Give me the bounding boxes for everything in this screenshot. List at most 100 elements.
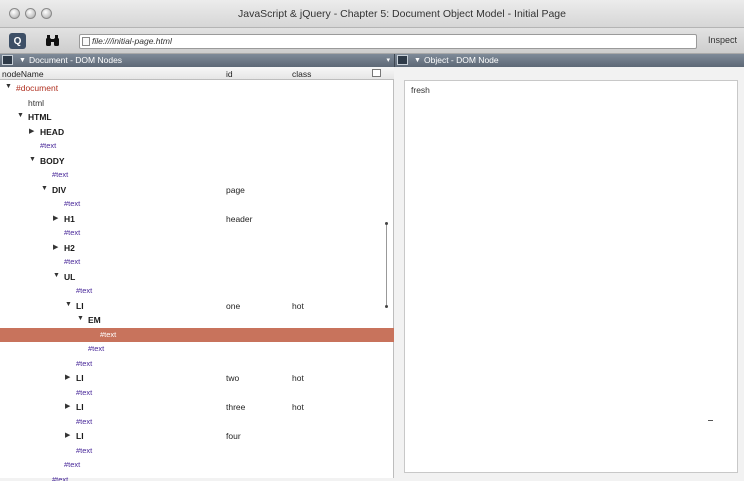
binoculars-icon[interactable] xyxy=(44,33,61,49)
node-name: HTML xyxy=(28,112,52,122)
object-panel: fresh xyxy=(404,80,738,473)
node-id: page xyxy=(226,184,245,195)
tree-row[interactable]: ▼ HTML xyxy=(0,110,394,125)
tree-row[interactable]: ▶ LI two hot xyxy=(0,371,394,386)
node-id: three xyxy=(226,402,246,412)
tree-row[interactable]: ▼ DIV page xyxy=(0,183,394,198)
tree-column-header: nodeName id class xyxy=(0,67,394,80)
scrollbar-top-marker xyxy=(385,222,388,225)
tree-row[interactable]: #text xyxy=(0,139,394,154)
scrollbar-track[interactable] xyxy=(386,225,387,305)
node-name: H2 xyxy=(64,242,75,253)
dom-tree: ▼ #document html ▼ HTML ▶ HEAD #text ▼ BODY #text ▼… xyxy=(0,80,394,481)
node-name: #text xyxy=(52,474,69,481)
scrollbar-bottom-marker xyxy=(385,305,388,308)
node-name: #text xyxy=(76,387,93,397)
tree-row[interactable]: ▶ LI three hot xyxy=(0,400,394,415)
tree-row[interactable]: #text xyxy=(0,415,394,430)
url-text: file:///initial-page.html xyxy=(92,36,172,46)
expand-arrow-icon[interactable]: ▶ xyxy=(53,214,58,222)
tree-row[interactable]: #text xyxy=(0,226,394,241)
expand-arrow-icon[interactable]: ▶ xyxy=(29,127,34,135)
tree-row[interactable]: #text xyxy=(0,342,394,357)
tree-row[interactable]: #text xyxy=(0,255,394,270)
pane-dropdown-icon[interactable]: ▾ xyxy=(386,54,390,67)
column-picker-icon[interactable] xyxy=(372,69,381,77)
node-name: BODY xyxy=(40,155,65,166)
nodename-column-header[interactable]: nodeName xyxy=(2,69,44,79)
expand-arrow-icon[interactable]: ▶ xyxy=(65,402,70,410)
tree-row[interactable]: ▶ H2 xyxy=(0,241,394,256)
inspect-button[interactable]: Inspect xyxy=(708,35,737,45)
node-name: LI xyxy=(76,300,84,311)
tree-row[interactable]: #text xyxy=(0,444,394,459)
node-name: HEAD xyxy=(40,126,65,137)
pane-view-icon[interactable] xyxy=(2,55,13,65)
id-column-header[interactable]: id xyxy=(226,69,233,79)
tree-row[interactable]: html xyxy=(0,96,394,111)
dom-inspector-icon[interactable]: Q xyxy=(9,33,26,49)
window-titlebar: JavaScript & jQuery - Chapter 5: Documen… xyxy=(0,0,744,28)
node-name: UL xyxy=(64,271,76,282)
collapse-arrow-icon[interactable]: ▼ xyxy=(77,315,84,322)
node-name: LI xyxy=(76,402,84,412)
tree-row[interactable]: #text xyxy=(0,473,394,481)
collapse-arrow-icon[interactable]: ▼ xyxy=(29,156,36,163)
tree-row[interactable]: #text xyxy=(0,284,394,299)
node-value-text: fresh xyxy=(411,85,430,95)
node-id: four xyxy=(226,431,241,441)
tree-row[interactable]: ▶ LI four xyxy=(0,429,394,444)
collapse-arrow-icon[interactable]: ▼ xyxy=(5,83,12,90)
dom-nodes-pane-header: ▼ Document - DOM Nodes ▾ xyxy=(0,54,394,67)
collapse-arrow-icon[interactable]: ▼ xyxy=(41,185,48,192)
tree-row[interactable]: #text xyxy=(0,168,394,183)
node-name: LI xyxy=(76,373,84,383)
pane-menu-arrow-icon[interactable]: ▼ xyxy=(19,54,26,67)
class-column-header[interactable]: class xyxy=(292,69,311,79)
node-name: LI xyxy=(76,431,84,441)
tree-row[interactable]: ▼ LI one hot xyxy=(0,299,394,314)
cursor-mark xyxy=(708,420,713,421)
tree-row[interactable]: #text xyxy=(0,327,394,342)
expand-arrow-icon[interactable]: ▶ xyxy=(53,243,58,251)
node-name: H1 xyxy=(64,213,75,224)
collapse-arrow-icon[interactable]: ▼ xyxy=(17,112,24,119)
pane-menu-arrow-icon[interactable]: ▼ xyxy=(414,54,421,67)
expand-arrow-icon[interactable]: ▶ xyxy=(65,373,70,381)
collapse-arrow-icon[interactable]: ▼ xyxy=(53,272,60,279)
tree-row[interactable]: ▼ UL xyxy=(0,270,394,285)
tree-row[interactable]: #text xyxy=(0,197,394,212)
node-id: header xyxy=(226,213,253,224)
node-name: EM xyxy=(88,315,101,325)
node-name: #text xyxy=(64,228,81,237)
node-name: #text xyxy=(64,460,81,469)
window-title: JavaScript & jQuery - Chapter 5: Documen… xyxy=(238,8,566,20)
tree-row[interactable]: ▶ H1 header xyxy=(0,212,394,227)
node-name: #text xyxy=(76,358,93,368)
node-name: #text xyxy=(88,344,105,353)
tree-row[interactable]: #text xyxy=(0,357,394,372)
collapse-arrow-icon[interactable]: ▼ xyxy=(65,301,72,308)
node-class: hot xyxy=(292,373,304,383)
pane-view-icon[interactable] xyxy=(397,55,408,65)
tree-row[interactable]: #text xyxy=(0,458,394,473)
binoculars-glyph xyxy=(46,35,59,46)
url-input[interactable]: file:///initial-page.html xyxy=(79,34,697,49)
toolbar: Q file:///initial-page.html Inspect xyxy=(0,28,744,54)
node-name: #text xyxy=(100,329,117,339)
expand-arrow-icon[interactable]: ▶ xyxy=(65,431,70,439)
tree-row[interactable]: ▼ #document xyxy=(0,81,394,96)
url-checkbox[interactable] xyxy=(82,37,90,46)
node-name: DIV xyxy=(52,184,67,195)
tree-row[interactable]: ▼ BODY xyxy=(0,154,394,169)
tree-row[interactable]: ▶ HEAD xyxy=(0,125,394,140)
node-name: #text xyxy=(64,199,81,208)
dom-nodes-pane-title: Document - DOM Nodes xyxy=(29,55,123,65)
node-name: #document xyxy=(16,83,59,93)
node-name: #text xyxy=(64,257,81,266)
tree-row[interactable]: ▼ EM xyxy=(0,313,394,328)
node-name: #text xyxy=(40,141,57,150)
tree-row[interactable]: #text xyxy=(0,386,394,401)
object-pane-header: ▼ Object - DOM Node xyxy=(394,54,744,67)
node-name: #text xyxy=(76,286,93,295)
